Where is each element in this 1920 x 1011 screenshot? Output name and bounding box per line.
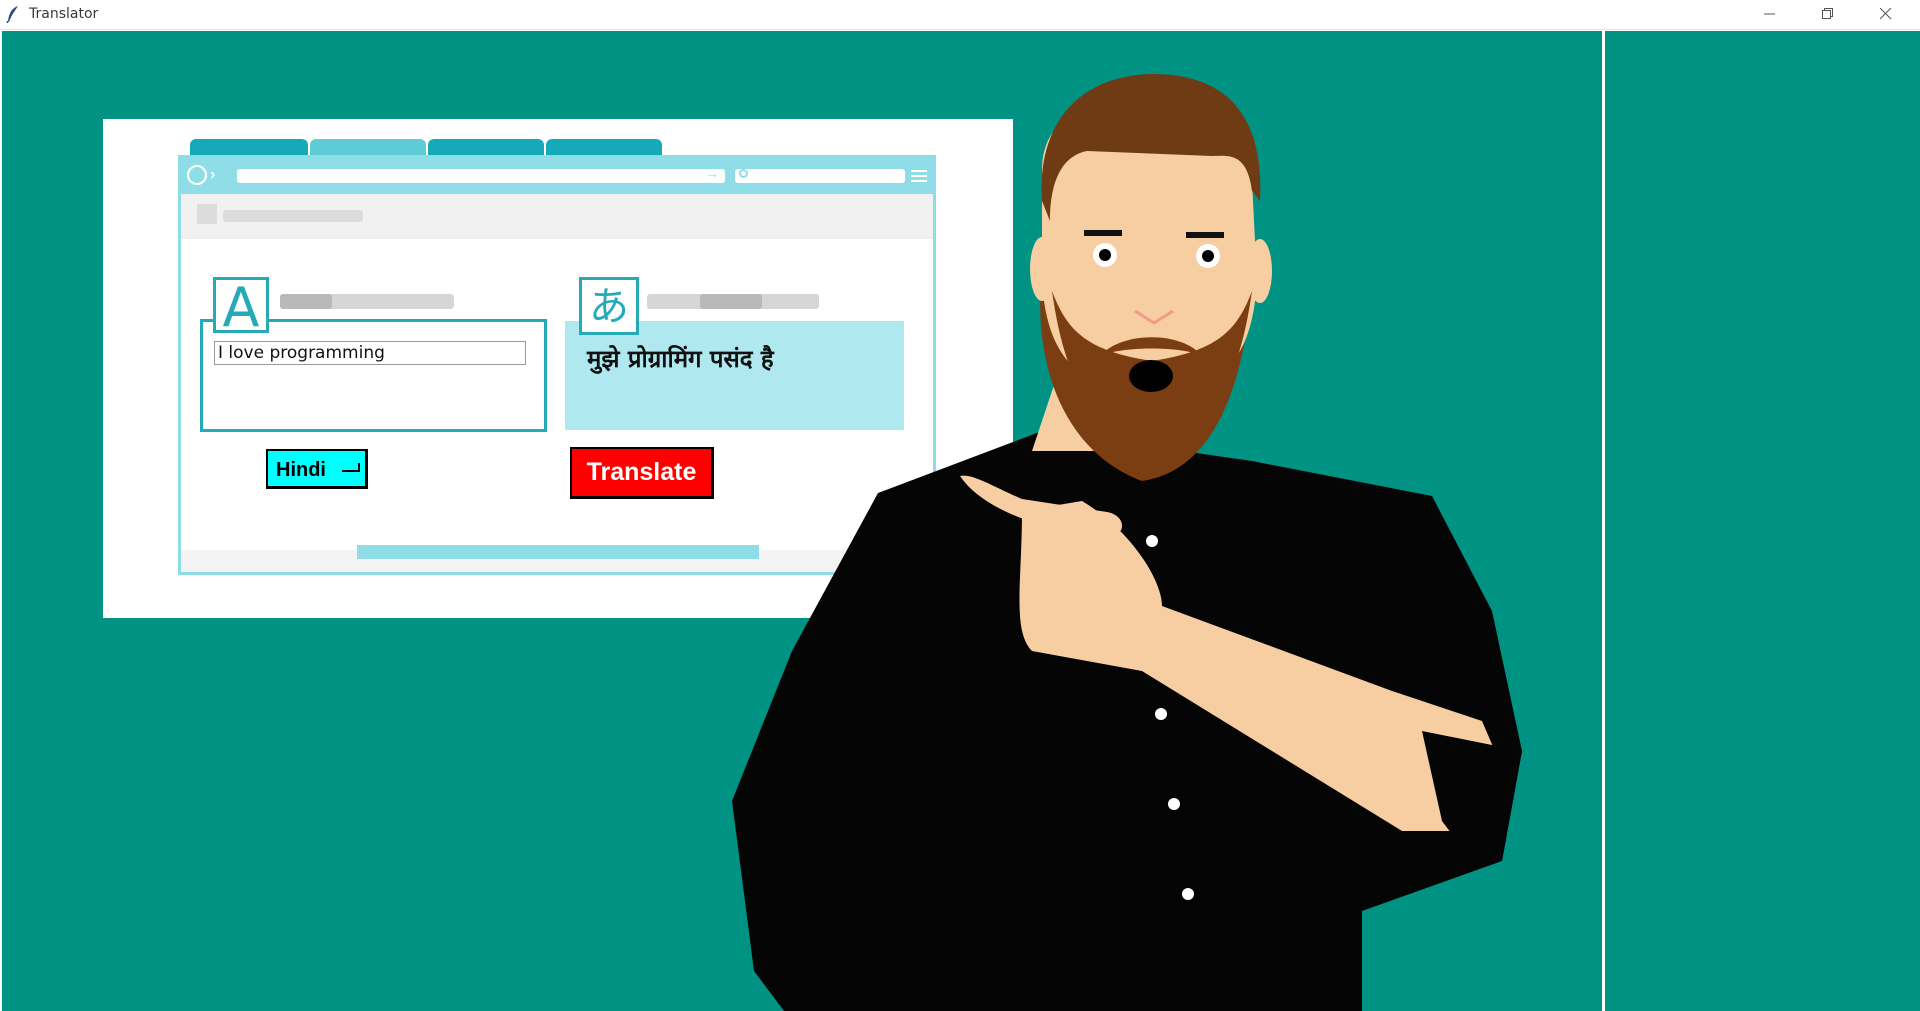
latin-a-glyph: A — [213, 277, 269, 336]
mouth — [1129, 360, 1173, 392]
close-icon — [1880, 8, 1892, 20]
app-canvas: › → A あ मुझे प्रोग्रामिंग पसंद है Hindi … — [2, 31, 1920, 1011]
minimize-icon — [1764, 13, 1775, 15]
brow-left — [1084, 230, 1122, 236]
feather-icon — [6, 6, 18, 23]
ear-left — [1030, 237, 1054, 301]
japanese-glyph: あ — [579, 277, 639, 335]
restore-button[interactable] — [1800, 0, 1858, 29]
close-button[interactable] — [1858, 0, 1916, 29]
brow-right — [1186, 232, 1224, 238]
minimize-button[interactable] — [1742, 0, 1800, 29]
title-bar: Translator — [0, 0, 1920, 30]
pointing-man-illustration — [732, 74, 1522, 1011]
window-title: Translator — [29, 6, 99, 22]
restore-icon — [1822, 8, 1833, 19]
